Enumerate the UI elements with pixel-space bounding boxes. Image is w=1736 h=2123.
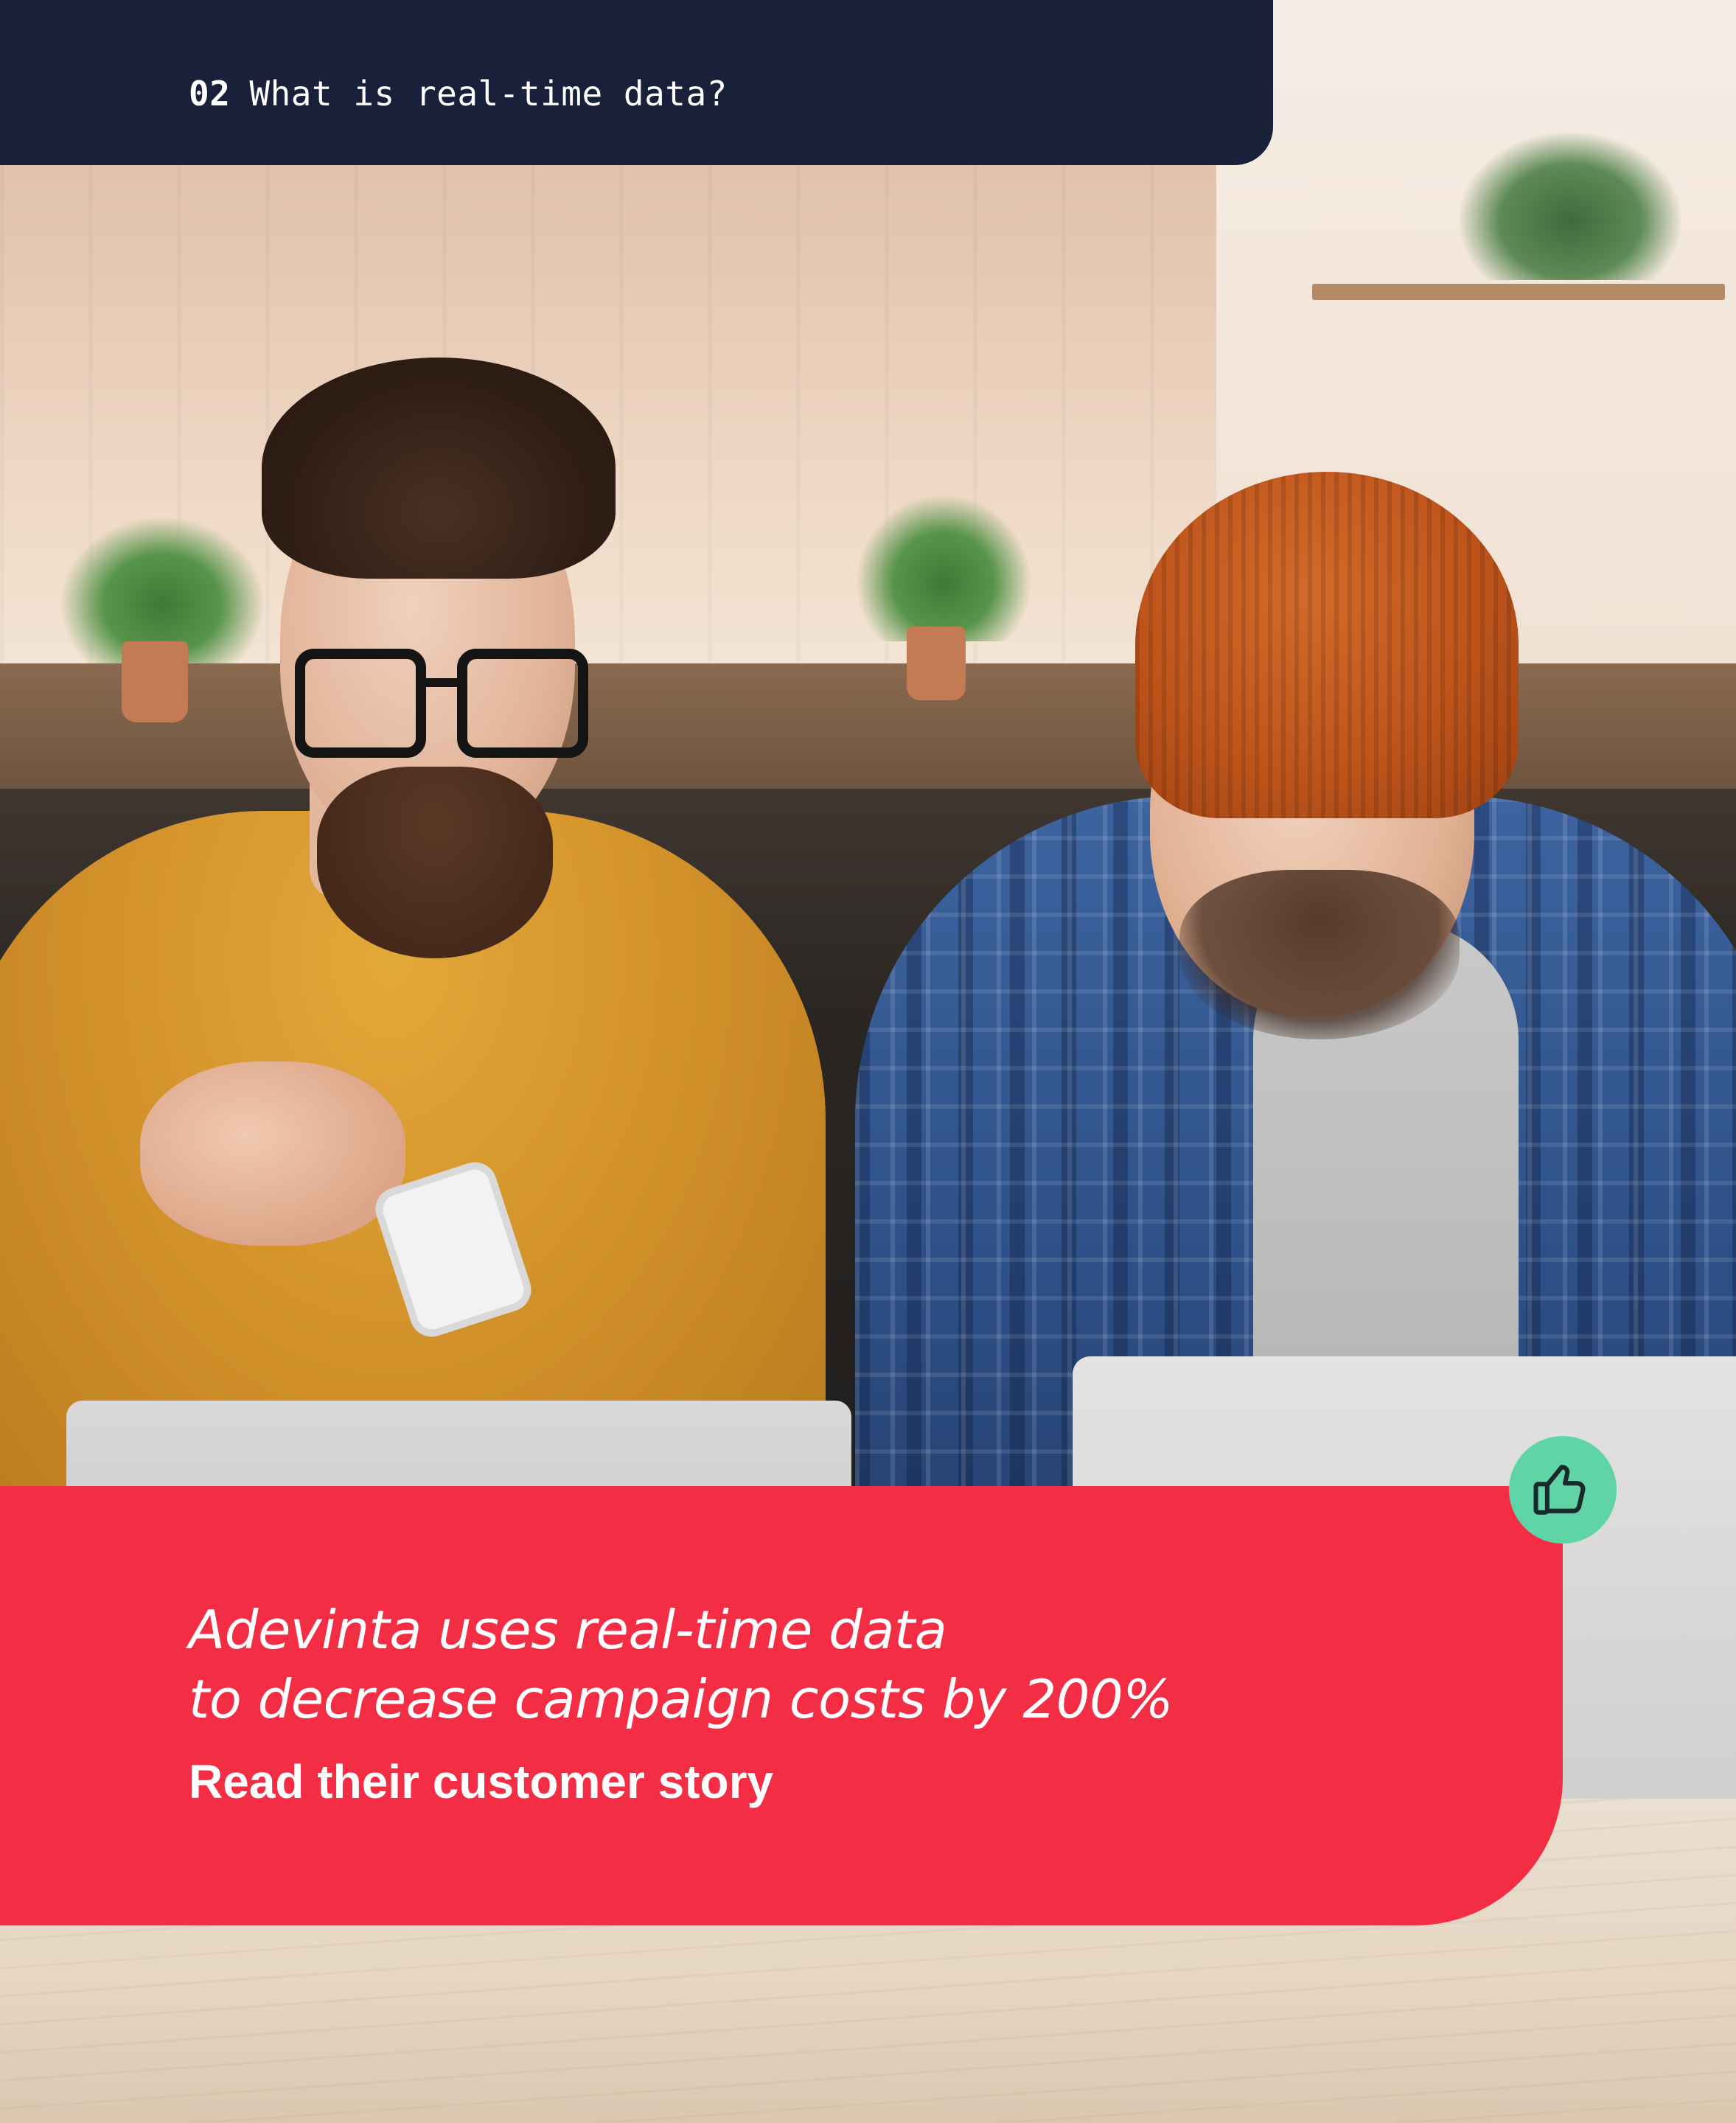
- photo-person-left-hair: [262, 358, 616, 579]
- photo-person-left-hand: [140, 1062, 405, 1246]
- photo-pot-center: [907, 627, 966, 700]
- photo-glasses-left-lens: [295, 649, 426, 758]
- photo-plant-center: [855, 494, 1032, 641]
- photo-pot-left: [122, 641, 188, 722]
- photo-person-right-beard: [1179, 870, 1460, 1039]
- section-number: 02: [189, 74, 231, 114]
- callout-headline-line-1: Adevinta uses real-time data: [189, 1599, 947, 1661]
- thumbs-up-badge: [1509, 1436, 1617, 1544]
- photo-glasses-right-lens: [457, 649, 588, 758]
- section-label: 02 What is real-time data?: [189, 74, 728, 114]
- section-title: What is real-time data?: [249, 74, 728, 114]
- photo-shelf-plant: [1460, 133, 1681, 280]
- photo-glasses-bridge: [425, 678, 461, 687]
- callout-headline-line-2: to decrease campaign costs by 200%: [189, 1668, 1174, 1730]
- photo-beanie: [1135, 472, 1519, 818]
- photo-shelf: [1312, 284, 1725, 300]
- photo-person-left-beard: [317, 767, 553, 958]
- section-header: 02 What is real-time data?: [0, 0, 1273, 165]
- callout-headline: Adevinta uses real-time data to decrease…: [189, 1595, 1516, 1734]
- thumbs-up-icon: [1533, 1465, 1586, 1515]
- read-customer-story-link[interactable]: Read their customer story: [189, 1754, 773, 1809]
